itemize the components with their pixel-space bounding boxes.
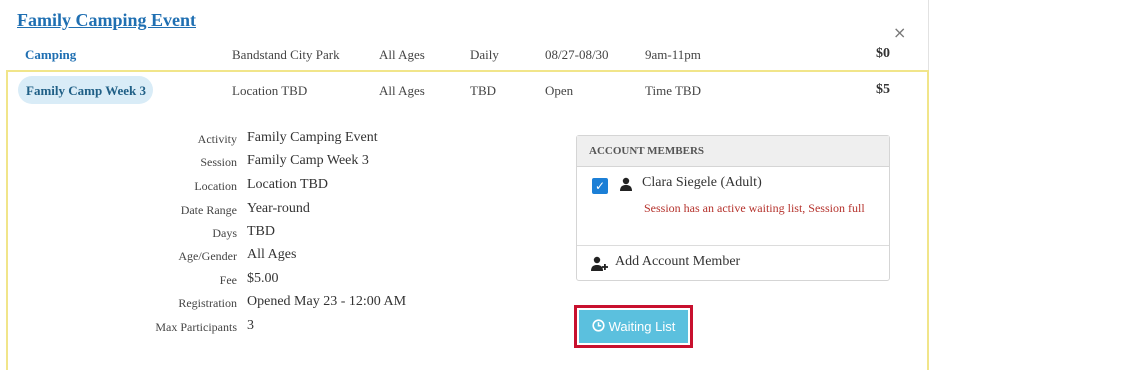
clock-icon xyxy=(592,318,605,335)
event-title[interactable]: Family Camping Event xyxy=(17,10,196,31)
detail-value: Opened May 23 - 12:00 AM xyxy=(247,294,407,309)
detail-value: TBD xyxy=(247,224,275,239)
session-row-family-camp-week-3[interactable]: Family Camp Week 3 Location TBD All Ages… xyxy=(0,78,929,104)
session-ages: All Ages xyxy=(379,47,425,62)
session-price: $0 xyxy=(876,46,890,61)
detail-label: Session xyxy=(200,155,237,169)
session-location: Location TBD xyxy=(232,83,308,98)
session-time: Time TBD xyxy=(645,83,701,98)
session-days: TBD xyxy=(470,83,496,98)
session-row-camping[interactable]: Camping Bandstand City Park All Ages Dai… xyxy=(0,46,929,69)
waiting-list-button[interactable]: Waiting List xyxy=(579,310,688,343)
member-checkbox[interactable]: ✓ xyxy=(592,178,608,194)
detail-value: All Ages xyxy=(247,247,297,262)
detail-value: $5.00 xyxy=(247,271,279,286)
account-members-header: ACCOUNT MEMBERS xyxy=(577,136,889,167)
add-account-member-label: Add Account Member xyxy=(615,254,741,269)
detail-label: Location xyxy=(194,179,237,193)
session-time: 9am-11pm xyxy=(645,47,701,62)
detail-value: Family Camp Week 3 xyxy=(247,153,369,168)
add-user-icon xyxy=(591,256,609,276)
add-account-member-button[interactable]: Add Account Member xyxy=(577,246,889,280)
waiting-list-label: Waiting List xyxy=(608,319,676,334)
detail-label: Registration xyxy=(178,296,237,310)
detail-label: Date Range xyxy=(180,203,237,217)
detail-value: Family Camping Event xyxy=(247,130,378,145)
detail-label: Age/Gender xyxy=(178,249,237,263)
session-ages: All Ages xyxy=(379,83,425,98)
detail-label: Max Participants xyxy=(155,320,237,334)
member-warning: Session has an active waiting list, Sess… xyxy=(644,201,865,215)
detail-value: Year-round xyxy=(247,201,310,216)
user-icon xyxy=(619,177,633,196)
session-dates: Open xyxy=(545,83,574,98)
session-dates: 08/27-08/30 xyxy=(545,47,609,62)
detail-value: Location TBD xyxy=(247,177,329,192)
detail-label: Fee xyxy=(219,273,237,287)
account-members-panel: ACCOUNT MEMBERS ✓ Clara Siegele (Adult) … xyxy=(576,135,890,281)
detail-label: Activity xyxy=(197,132,237,146)
close-icon[interactable]: × xyxy=(893,24,906,42)
event-panel: Family Camping Event × Camping Bandstand… xyxy=(0,0,929,370)
detail-value: 3 xyxy=(247,318,254,333)
session-price: $5 xyxy=(876,82,890,97)
member-name: Clara Siegele (Adult) xyxy=(642,175,762,190)
session-name[interactable]: Camping xyxy=(25,47,76,63)
session-name[interactable]: Family Camp Week 3 xyxy=(26,83,146,99)
session-days: Daily xyxy=(470,47,499,62)
detail-label: Days xyxy=(212,226,237,240)
waiting-list-highlight: Waiting List xyxy=(574,305,693,348)
checkmark-icon: ✓ xyxy=(594,179,606,193)
session-location: Bandstand City Park xyxy=(232,47,340,62)
